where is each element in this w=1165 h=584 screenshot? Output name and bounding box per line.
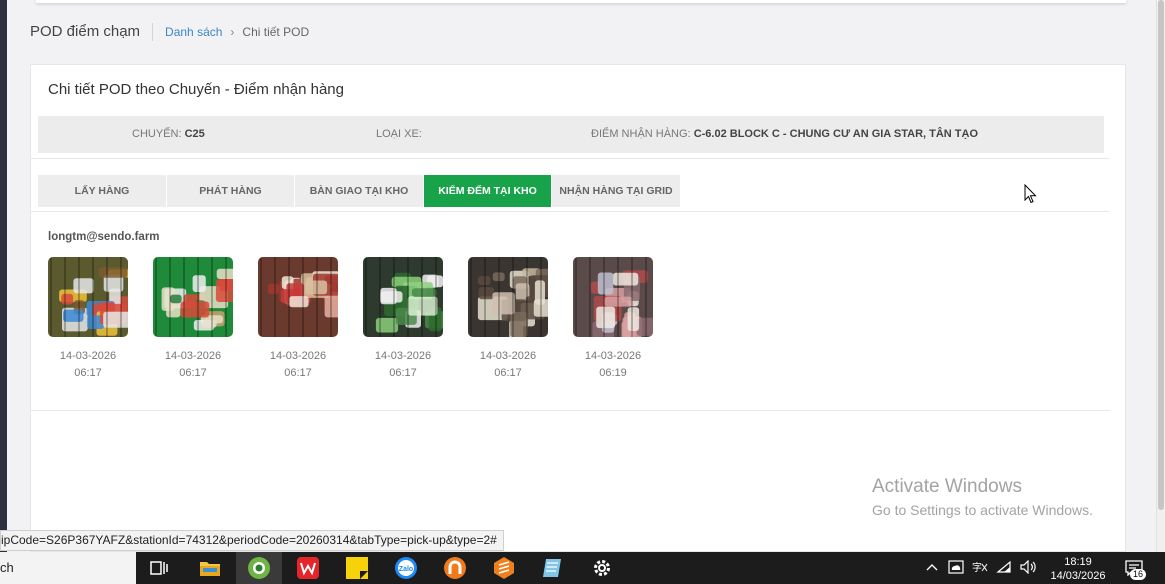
photo-image [363,257,443,337]
photo-item[interactable]: 14-03-2026 06:17 [48,257,128,382]
photo-thumbnail[interactable] [48,257,128,337]
settings-gear-icon[interactable] [590,556,614,580]
photo-time: 06:17 [179,367,207,379]
svg-text:字: 字 [972,561,982,574]
search-text: ch [0,560,14,575]
photo-item[interactable]: 14-03-2026 06:19 [573,257,653,382]
photo-thumbnail[interactable] [468,257,548,337]
clock-date: 14/03/2026 [1050,570,1106,582]
file-explorer-icon[interactable] [198,556,222,580]
photo-item[interactable]: 14-03-2026 06:17 [258,257,338,382]
wps-office-icon[interactable] [296,556,320,580]
photo-time: 06:19 [599,367,627,379]
vehicle-label: LOẠI XE: [376,128,422,140]
clock-time: 18:19 [1064,556,1092,568]
tab-ban-giao-tai-kho[interactable]: BÀN GIAO TẠI KHO [295,175,423,207]
photo-thumbnail[interactable] [363,257,443,337]
sublime-text-icon[interactable] [492,556,516,580]
photo-date: 14-03-2026 [59,350,117,362]
photo-time: 06:17 [74,367,102,379]
photo-image [573,257,653,337]
chevron-up-icon[interactable] [926,562,938,574]
photo-date: 14-03-2026 [269,350,327,362]
trip-value: C25 [184,128,205,140]
photo-gallery: 14-03-2026 06:17 14-03-2026 06:17 14-03-… [48,257,653,382]
page-header: POD điểm chạm Danh sách › Chi tiết POD [30,23,309,41]
tab-kiem-dem-tai-kho[interactable]: KIỂM ĐẾM TẠI KHO [424,175,551,207]
tab-bar: LẤY HÀNG PHÁT HÀNG BÀN GIAO TẠI KHO KIỂM… [38,175,680,207]
watermark-title: Activate Windows [872,476,1022,497]
divider [31,158,1110,159]
tab-lay-hang[interactable]: LẤY HÀNG [38,175,166,207]
user-email: longtm@sendo.farm [48,231,160,243]
trip-info: CHUYẾN: C25 [132,128,205,140]
photo-image [258,257,338,337]
photo-item[interactable]: 14-03-2026 06:17 [153,257,233,382]
browser-coccoc-icon[interactable] [247,556,271,580]
vehicle-info: LOẠI XE: [376,128,422,140]
tab-phat-hang[interactable]: PHÁT HÀNG [167,175,294,207]
photo-image [48,257,128,337]
taskbar: ch Zalo 字 18:19 14/03/2026 16 [0,552,1165,584]
photo-date: 14-03-2026 [479,350,537,362]
taskbar-search-box[interactable]: ch [0,552,136,584]
photo-time: 06:17 [284,367,312,379]
onedrive-cloud-icon[interactable] [948,559,964,577]
photo-date: 14-03-2026 [164,350,222,362]
page-scrollbar[interactable] [1156,0,1165,552]
activate-windows-watermark: Activate Windows Go to Settings to activ… [872,476,1093,518]
breadcrumb-separator: › [230,25,235,39]
input-method-icon[interactable]: 字 [972,560,988,577]
photo-date: 14-03-2026 [374,350,432,362]
divider [31,211,1110,212]
tab-nhan-hang-tai-grid[interactable]: NHẬN HÀNG TẠI GRID [552,175,680,207]
photo-thumbnail[interactable] [573,257,653,337]
card-title: Chi tiết POD theo Chuyến - Điểm nhận hàn… [48,81,344,98]
task-view-icon[interactable] [147,556,171,580]
trip-info-bar: CHUYẾN: C25 LOẠI XE: ĐIỂM NHẬN HÀNG: C-6… [38,116,1104,153]
ultraviewer-icon[interactable] [443,556,467,580]
trip-label: CHUYẾN: [132,128,182,140]
svg-text:Zalo: Zalo [399,566,413,573]
photo-time: 06:17 [389,367,417,379]
breadcrumb: Danh sách › Chi tiết POD [165,25,309,39]
notepad-icon[interactable] [540,556,564,580]
sticky-notes-icon[interactable] [345,556,369,580]
scrollbar-thumb[interactable] [1158,0,1164,510]
photo-time: 06:17 [494,367,522,379]
zalo-icon[interactable]: Zalo [394,556,418,580]
taskbar-clock[interactable]: 18:19 14/03/2026 [1046,555,1110,583]
pickup-point-info: ĐIỂM NHẬN HÀNG: C-6.02 BLOCK C - CHUNG C… [591,128,978,140]
photo-thumbnail[interactable] [258,257,338,337]
volume-icon[interactable] [1020,559,1038,577]
photo-image [468,257,548,337]
divider [31,410,1110,411]
photo-date: 14-03-2026 [584,350,642,362]
page-title: POD điểm chạm [30,23,154,41]
status-url-bar: ipCode=S26P367YAFZ&stationId=74312&perio… [0,530,504,551]
wifi-icon[interactable] [996,560,1012,577]
pickup-point-label: ĐIỂM NHẬN HÀNG: [591,128,691,140]
photo-item[interactable]: 14-03-2026 06:17 [363,257,443,382]
mouse-cursor-icon [1024,183,1037,209]
photo-item[interactable]: 14-03-2026 06:17 [468,257,548,382]
breadcrumb-link-list[interactable]: Danh sách [165,25,222,39]
watermark-subtitle: Go to Settings to activate Windows. [872,502,1093,518]
left-sidebar-edge [0,0,7,552]
top-card-edge [36,0,1126,3]
photo-image [153,257,233,337]
pickup-point-value: C-6.02 BLOCK C - CHUNG CƯ AN GIA STAR, T… [693,128,979,140]
photo-thumbnail[interactable] [153,257,233,337]
notification-count-badge: 16 [1130,569,1147,580]
system-tray: 字 [926,552,1038,584]
breadcrumb-current: Chi tiết POD [242,25,310,39]
